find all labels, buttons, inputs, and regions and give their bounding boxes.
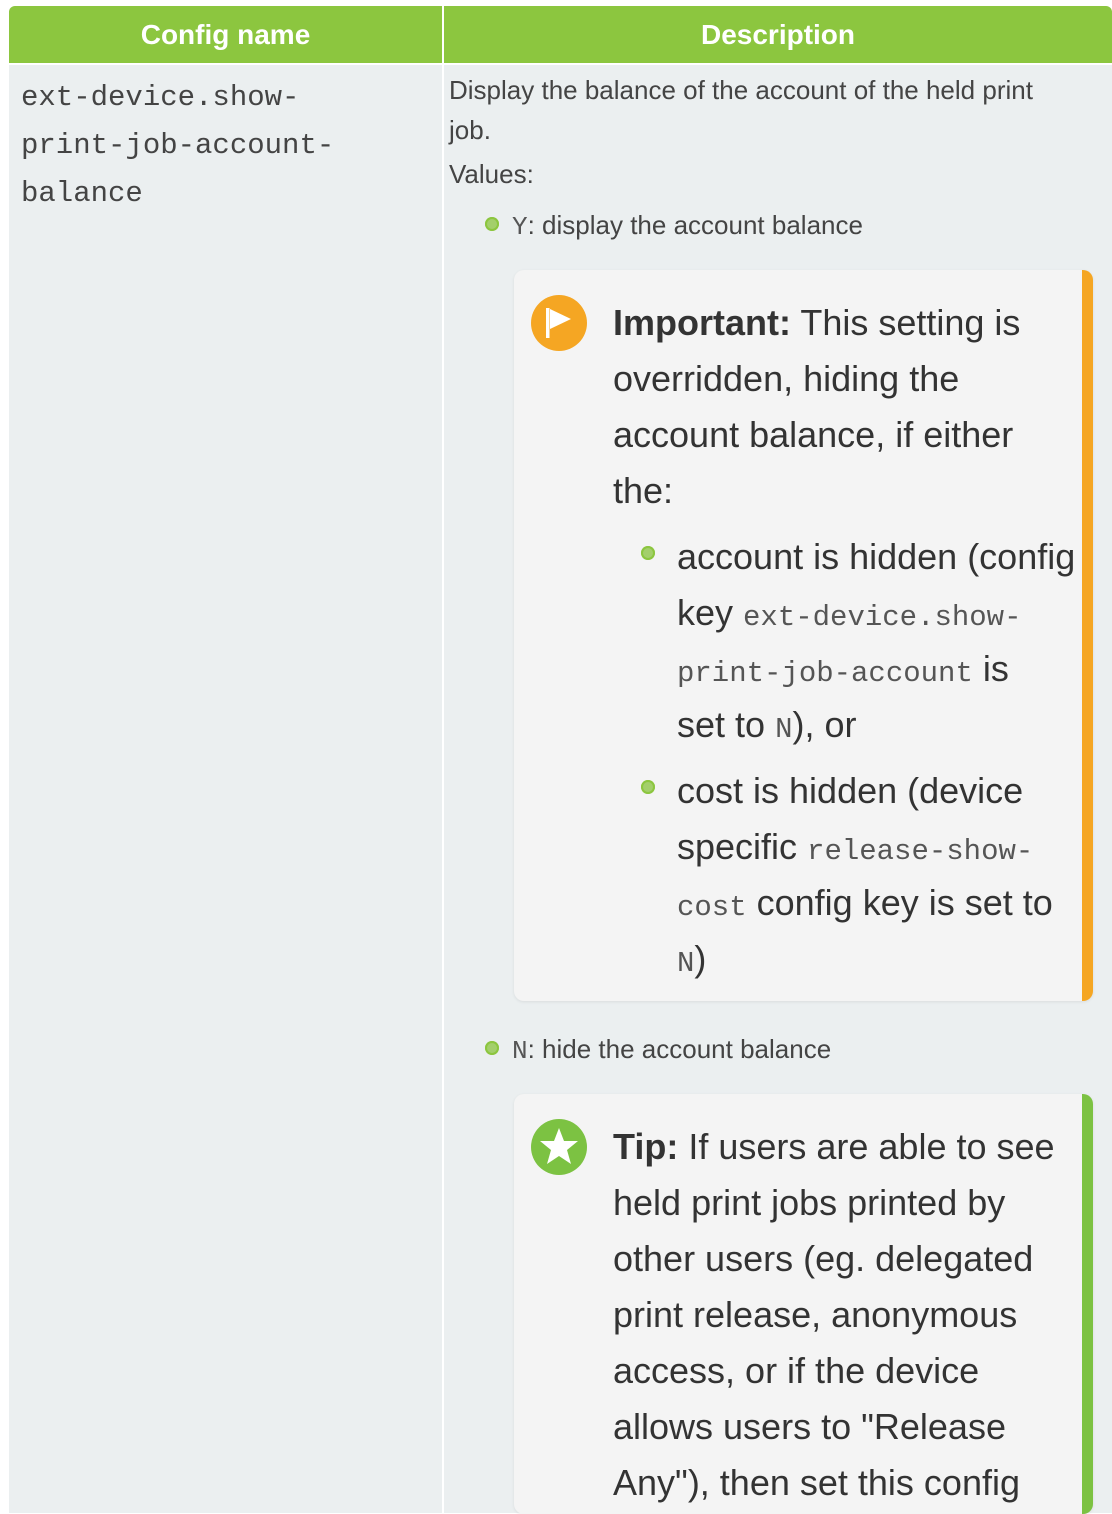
important-text: This setting is [790, 302, 1021, 343]
tip-line-5: access, or if the device [613, 1350, 980, 1391]
text: specific [677, 826, 808, 867]
important-label: Important: [613, 302, 791, 343]
text: ), or [792, 704, 857, 745]
list-bullet [641, 546, 655, 560]
code-release-show-cost-cont: cost [677, 891, 747, 924]
important-bullet-1-line-1: account is hidden (config [677, 536, 1076, 577]
text: is [972, 648, 1009, 689]
tip-line-4: print release, anonymous [613, 1294, 1018, 1335]
code-n: N [512, 1036, 528, 1066]
column-divider [442, 6, 444, 1513]
important-line-2: overridden, hiding the [613, 358, 960, 399]
tip-line-6: allows users to "Release [613, 1406, 1006, 1447]
text: config key is set to [746, 882, 1053, 923]
text: key [677, 592, 744, 633]
flag-icon [531, 295, 587, 351]
code-release-show-cost: release-show- [807, 835, 1034, 868]
description-intro-cont: job. [449, 115, 491, 145]
values-label: Values: [449, 159, 534, 189]
list-bullet [641, 780, 655, 794]
tip-line-7: Any"), then set this config [613, 1462, 1020, 1503]
text: ) [694, 938, 707, 979]
value-y-text: : display the account balance [527, 210, 863, 240]
important-line-1: Important: This setting is [613, 295, 1020, 351]
important-bullet-2-line-2: specific release-show- [677, 819, 1033, 880]
important-bullet-1-line-3: print-job-account is [677, 641, 1009, 702]
value-n-text: : hide the account balance [527, 1034, 832, 1064]
value-item-y: Y: display the account balance [512, 210, 863, 242]
list-bullet [485, 1041, 499, 1055]
header-config-name: Config name [9, 6, 442, 63]
header-divider [9, 63, 1112, 65]
code-config-key-cont: print-job-account [677, 657, 973, 690]
config-name-line: ext-device.show- [21, 81, 300, 114]
code-n: N [677, 947, 695, 980]
value-item-n: N: hide the account balance [512, 1034, 831, 1066]
tip-line-3: other users (eg. delegated [613, 1238, 1034, 1279]
config-name-line: balance [21, 177, 143, 210]
important-bullet-2-line-3: cost config key is set to [677, 875, 1053, 936]
tip-line-1: Tip: If users are able to see [613, 1119, 1055, 1175]
code-n: N [775, 713, 793, 746]
tip-text: If users are able to see [678, 1126, 1055, 1167]
important-line-4: the: [613, 470, 674, 511]
config-name-line: print-job-account- [21, 129, 335, 162]
important-bullet-1-line-4: set to N), or [677, 697, 856, 758]
important-bullet-2-line-4: N) [677, 931, 706, 992]
text: set to [677, 704, 776, 745]
important-bullet-1-line-2: key ext-device.show- [677, 585, 1021, 646]
code-y: Y [512, 212, 528, 242]
tip-label: Tip: [613, 1126, 679, 1167]
tip-line-2: held print jobs printed by [613, 1182, 1006, 1223]
config-name-cell: ext-device.show- print-job-account- bala… [21, 74, 421, 218]
code-config-key: ext-device.show- [743, 601, 1022, 634]
header-description: Description [444, 6, 1112, 63]
important-bullet-2-line-1: cost is hidden (device [677, 770, 1024, 811]
star-icon [531, 1119, 587, 1175]
list-bullet [485, 217, 499, 231]
description-intro: Display the balance of the account of th… [449, 75, 1033, 105]
important-line-3: account balance, if either [613, 414, 1014, 455]
